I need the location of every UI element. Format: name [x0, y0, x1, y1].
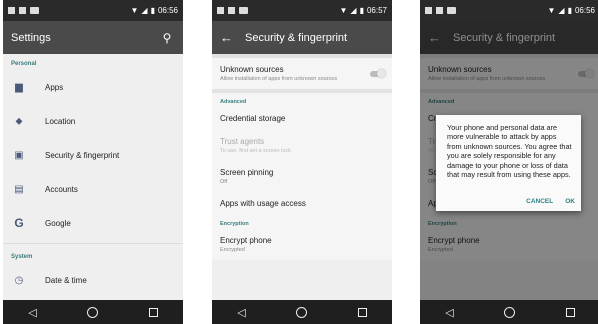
home-nav-icon[interactable]: [87, 306, 99, 318]
settings-list: Unknown sources Allow installation of ap…: [212, 54, 392, 260]
clock-time: 06:56: [574, 6, 595, 15]
row-title: Screen pinning: [220, 168, 274, 177]
settings-item-date-time[interactable]: ◷ Date & time: [3, 263, 183, 297]
signal-icon: ◢: [558, 6, 565, 15]
row-title: Apps with usage access: [220, 199, 306, 208]
credential-storage-row[interactable]: Credential storage: [212, 107, 392, 130]
row-description: Allow installation of apps from unknown …: [220, 76, 338, 82]
back-nav-icon[interactable]: ◁: [237, 306, 245, 319]
status-bar: ▼ ◢ ▮ 06:56: [420, 0, 598, 21]
unknown-sources-toggle[interactable]: [370, 68, 386, 78]
item-label: Security & fingerprint: [45, 150, 120, 160]
home-nav-icon[interactable]: [296, 306, 308, 318]
home-nav-icon[interactable]: [504, 306, 516, 318]
item-label: Date & time: [45, 275, 87, 285]
wifi-icon: ▼: [130, 6, 139, 15]
recents-nav-icon[interactable]: [565, 307, 575, 317]
item-label: Accounts: [45, 184, 78, 194]
item-label: Google: [45, 218, 71, 228]
back-nav-icon[interactable]: ◁: [445, 306, 453, 319]
wifi-icon: ▼: [547, 6, 556, 15]
search-icon[interactable]: ⚲: [159, 31, 175, 45]
row-description: Encrypted: [220, 247, 245, 253]
apps-icon: ▆: [15, 81, 23, 93]
battery-icon: ▮: [150, 6, 155, 15]
unknown-sources-row[interactable]: Unknown sources Allow installation of ap…: [212, 58, 392, 89]
location-icon: ⬥: [15, 115, 23, 127]
nav-bar: ◁: [3, 300, 183, 324]
battery-icon: ▮: [567, 6, 572, 15]
image-icon: [447, 7, 456, 14]
app-bar: ← Security & fingerprint: [212, 21, 392, 54]
clock-time: 06:57: [366, 6, 387, 15]
wifi-icon: ▼: [339, 6, 348, 15]
section-header-personal: Personal: [11, 61, 37, 67]
item-label: Location: [45, 116, 76, 126]
settings-item-location[interactable]: ⬥ Location: [3, 104, 183, 138]
settings-item-accounts[interactable]: ▤ Accounts: [3, 172, 183, 206]
back-nav-icon[interactable]: ◁: [28, 306, 36, 319]
dialog-actions: CANCEL OK: [526, 198, 575, 205]
encrypt-phone-row[interactable]: Encrypt phone Encrypted: [212, 229, 392, 260]
nav-bar: ◁: [212, 300, 392, 324]
clock-icon: ◷: [14, 274, 24, 286]
row-title: Trust agents: [220, 137, 265, 146]
usage-access-row[interactable]: Apps with usage access: [212, 192, 392, 215]
signal-icon: ◢: [350, 6, 357, 15]
battery-icon: ▮: [359, 6, 364, 15]
notification-icon: [8, 7, 15, 14]
nav-bar: ◁: [420, 300, 598, 324]
notification-icon: [436, 7, 443, 14]
settings-item-security[interactable]: ▣ Security & fingerprint: [3, 138, 183, 172]
recents-nav-icon[interactable]: [148, 307, 158, 317]
unknown-sources-warning-dialog: Your phone and personal data are more vu…: [436, 115, 581, 211]
google-icon: G: [14, 216, 24, 230]
row-title: Credential storage: [220, 114, 286, 123]
section-header-advanced: Advanced: [220, 99, 247, 105]
security-screen: ▼ ◢ ▮ 06:57 ← Security & fingerprint Unknow…: [212, 0, 392, 324]
notification-icon: [425, 7, 432, 14]
trust-agents-row: Trust agents To use, first set a screen …: [212, 130, 392, 161]
recents-nav-icon[interactable]: [357, 307, 367, 317]
notification-icon: [19, 7, 26, 14]
notification-icon: [228, 7, 235, 14]
row-title: Unknown sources: [220, 65, 284, 74]
page-title: Settings: [11, 31, 51, 44]
screen-pinning-row[interactable]: Screen pinning Off: [212, 161, 392, 192]
lock-icon: ▣: [14, 149, 24, 161]
item-label: Apps: [45, 82, 64, 92]
image-icon: [30, 7, 39, 14]
cancel-button[interactable]: CANCEL: [526, 198, 553, 205]
clock-time: 06:56: [157, 6, 178, 15]
row-description: To use, first set a screen lock: [220, 148, 291, 154]
notification-icon: [217, 7, 224, 14]
image-icon: [239, 7, 248, 14]
security-dialog-screen: ▼ ◢ ▮ 06:56 ← Security & fingerprint Unknow…: [420, 0, 598, 324]
ok-button[interactable]: OK: [565, 198, 575, 205]
divider: [3, 243, 183, 244]
settings-item-apps[interactable]: ▆ Apps: [3, 70, 183, 104]
settings-item-google[interactable]: G Google: [3, 206, 183, 240]
row-description: Off: [220, 179, 228, 185]
section-header-system: System: [11, 254, 33, 260]
back-arrow-icon[interactable]: ←: [220, 30, 233, 45]
status-bar: ▼ ◢ ▮ 06:57: [212, 0, 392, 21]
settings-screen: ▼ ◢ ▮ 06:56 Settings ⚲ Personal ▆ Apps ⬥ Loca…: [3, 0, 183, 324]
page-title: Security & fingerprint: [245, 31, 348, 44]
accounts-icon: ▤: [14, 183, 24, 195]
signal-icon: ◢: [141, 6, 148, 15]
app-bar: Settings ⚲: [3, 21, 183, 54]
status-bar: ▼ ◢ ▮ 06:56: [3, 0, 183, 21]
row-title: Encrypt phone: [220, 236, 272, 245]
dialog-message: Your phone and personal data are more vu…: [447, 123, 572, 180]
section-header-encryption: Encryption: [220, 221, 249, 227]
